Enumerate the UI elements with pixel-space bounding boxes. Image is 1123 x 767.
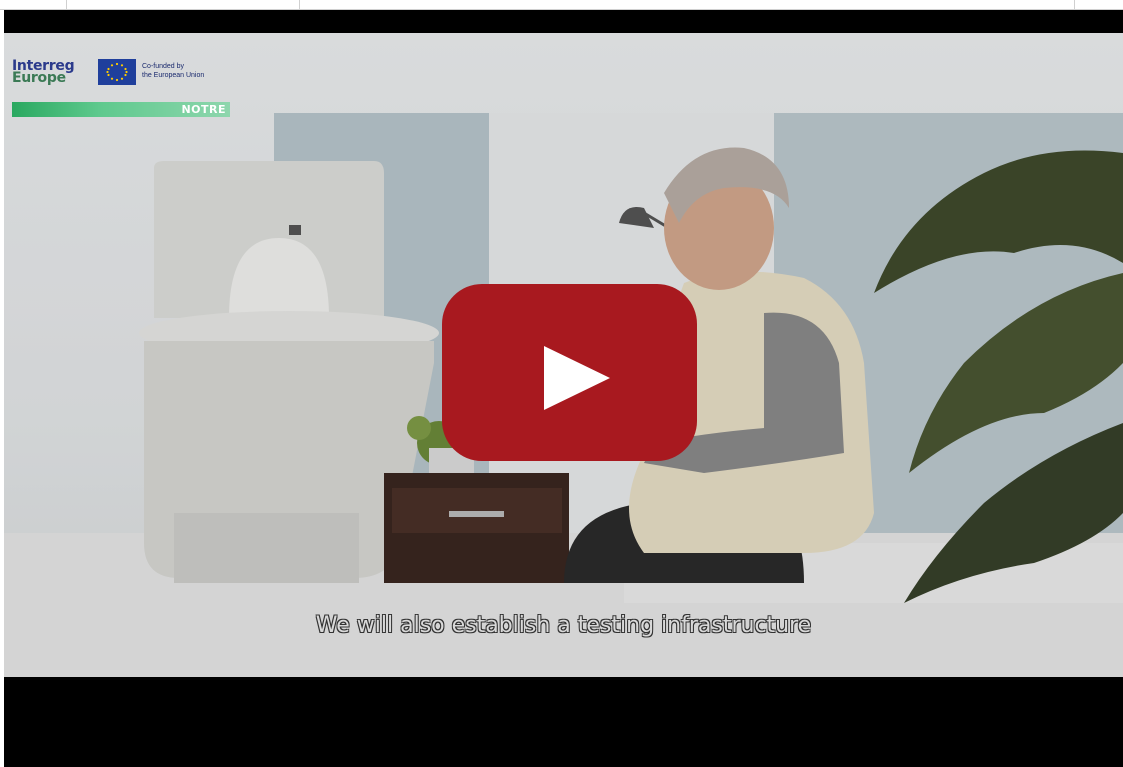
youtube-play-icon: [442, 284, 697, 461]
table-cell-divider: [66, 0, 67, 10]
table-cell-divider: [299, 0, 300, 10]
cofunded-line2: the European Union: [142, 72, 205, 79]
video-subtitle: We will also establish a testing infrast…: [315, 613, 812, 638]
project-bar: NOTRE: [12, 102, 230, 117]
cofunded-text: Co-funded by the European Union: [142, 62, 234, 80]
youtube-play-button[interactable]: [442, 284, 697, 461]
logo-wordmark: Interreg Europe: [12, 59, 75, 86]
project-name: NOTRE: [181, 103, 226, 116]
wordmark-line2: Europe: [12, 70, 66, 86]
video-player[interactable]: Interreg Europe Co-funded by the Europea…: [4, 10, 1123, 767]
interreg-logo: Interreg Europe Co-funded by the Europea…: [10, 57, 235, 127]
table-cell-divider: [1074, 0, 1075, 10]
eu-flag-icon: [98, 59, 136, 85]
video-thumbnail[interactable]: Interreg Europe Co-funded by the Europea…: [4, 33, 1123, 677]
table-row-border: [0, 0, 1123, 10]
cofunded-line1: Co-funded by: [142, 63, 185, 70]
